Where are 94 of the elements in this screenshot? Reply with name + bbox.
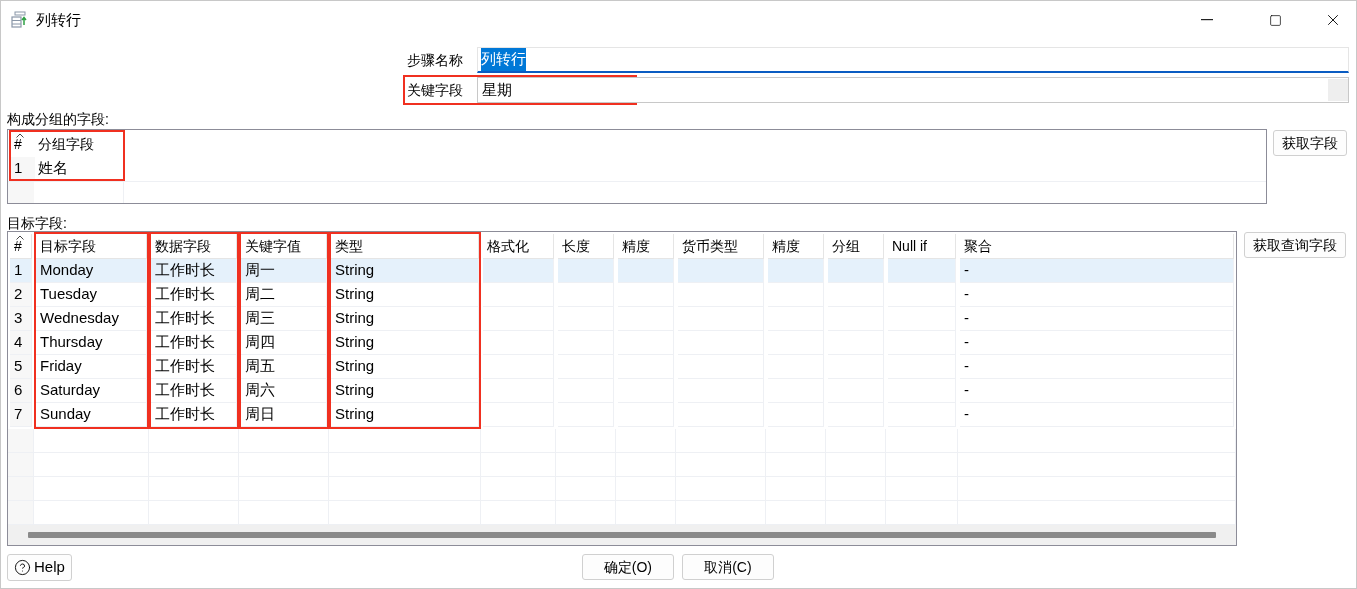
- table-cell: String: [331, 307, 479, 331]
- table-cell: -: [960, 403, 1234, 427]
- table-cell: Friday: [36, 355, 147, 379]
- column-header[interactable]: #: [11, 132, 35, 157]
- table-cell: Wednesday: [36, 307, 147, 331]
- sort-caret-icon: [16, 235, 24, 240]
- field-label: 步骤名称: [407, 50, 464, 70]
- table-cell: 周一: [241, 259, 327, 283]
- table-cell: Tuesday: [36, 283, 147, 307]
- help-icon: [14, 558, 31, 576]
- table-cell: -: [960, 379, 1234, 403]
- key-field-input[interactable]: 星期: [477, 77, 1349, 103]
- table-arrow-icon: [11, 11, 29, 29]
- get-query-fields-button[interactable]: 获取查询字段: [1244, 232, 1346, 258]
- table-cell: 周五: [241, 355, 327, 379]
- column-header[interactable]: 分组字段: [35, 132, 123, 157]
- column-header[interactable]: Null if: [888, 234, 956, 259]
- column-header[interactable]: 分组: [828, 234, 884, 259]
- window-title: 列转行: [36, 9, 81, 30]
- column-header[interactable]: 数据字段: [151, 234, 237, 259]
- minimize-icon: [1201, 19, 1213, 21]
- step-name-field[interactable]: 列转行: [477, 47, 1349, 73]
- ok-button[interactable]: 确定(O): [581, 554, 674, 580]
- table-cell: 工作时长: [151, 355, 237, 379]
- help-button[interactable]: Help: [7, 553, 72, 581]
- column-header[interactable]: 目标字段: [36, 234, 147, 259]
- table-cell: Sunday: [36, 403, 147, 427]
- table-cell: String: [331, 379, 479, 403]
- row-number: 1: [11, 157, 35, 179]
- table-cell: 工作时长: [151, 403, 237, 427]
- table-cell-text: 姓名: [37, 157, 69, 178]
- table-cell: [618, 259, 674, 283]
- table-cell: [558, 283, 614, 307]
- row-header: [8, 453, 34, 477]
- table-cell: String: [331, 355, 479, 379]
- table-cell: Thursday: [36, 331, 147, 355]
- table-cell: String: [331, 259, 479, 283]
- row-number: 1: [10, 259, 32, 283]
- table-cell: [483, 283, 554, 307]
- table-cell: [483, 259, 554, 283]
- row-header: [8, 477, 34, 501]
- table-cell: -: [960, 259, 1234, 283]
- row-number: 2: [10, 283, 32, 307]
- get-fields-button[interactable]: 获取字段: [1273, 130, 1347, 156]
- row-header: [8, 429, 34, 453]
- table-cell: [558, 259, 614, 283]
- maximize-icon: [1268, 13, 1282, 27]
- section-label: 构成分组的字段:: [7, 110, 109, 129]
- table-cell: Saturday: [36, 379, 147, 403]
- table-cell: 工作时长: [151, 307, 237, 331]
- table-cell: 周日: [241, 403, 327, 427]
- column-header[interactable]: 类型: [331, 234, 479, 259]
- column-header[interactable]: 格式化: [483, 234, 554, 259]
- field-label: 关键字段: [407, 80, 464, 100]
- column-header[interactable]: 聚合: [960, 234, 1234, 259]
- table-cell: [618, 283, 674, 307]
- column-header[interactable]: 关键字值: [241, 234, 327, 259]
- sort-caret-icon: [16, 133, 24, 138]
- row-number: 6: [10, 379, 32, 403]
- table-cell: [888, 259, 956, 283]
- table-cell: -: [960, 331, 1234, 355]
- column-header[interactable]: 精度: [618, 234, 674, 259]
- row-number: 3: [10, 307, 32, 331]
- column-header[interactable]: #: [10, 234, 32, 259]
- table-cell: 周四: [241, 331, 327, 355]
- scrollbar[interactable]: [28, 532, 1216, 538]
- cancel-button[interactable]: 取消(C): [681, 554, 774, 580]
- column-header[interactable]: 货币类型: [678, 234, 764, 259]
- table-cell: [768, 259, 824, 283]
- row-number: 7: [10, 403, 32, 427]
- table-cell: [888, 283, 956, 307]
- row-number: 5: [10, 355, 32, 379]
- table-cell: String: [331, 283, 479, 307]
- table-cell: 周六: [241, 379, 327, 403]
- table-cell: 工作时长: [151, 259, 237, 283]
- table-cell: String: [331, 403, 479, 427]
- row-number: 4: [10, 331, 32, 355]
- table-cell: Monday: [36, 259, 147, 283]
- table-cell: 工作时长: [151, 379, 237, 403]
- table-cell: String: [331, 331, 479, 355]
- table-cell: -: [960, 283, 1234, 307]
- column-header[interactable]: 精度: [768, 234, 824, 259]
- table-cell: [768, 283, 824, 307]
- table-cell: [828, 283, 884, 307]
- section-label: 目标字段:: [7, 214, 67, 233]
- field-button[interactable]: [1328, 79, 1348, 101]
- table-cell: 工作时长: [151, 331, 237, 355]
- table-cell: 周三: [241, 307, 327, 331]
- table-cell: -: [960, 307, 1234, 331]
- table-cell: 工作时长: [151, 283, 237, 307]
- table-cell: 周二: [241, 283, 327, 307]
- column-header[interactable]: 长度: [558, 234, 614, 259]
- table-cell: -: [960, 355, 1234, 379]
- table-cell: [828, 259, 884, 283]
